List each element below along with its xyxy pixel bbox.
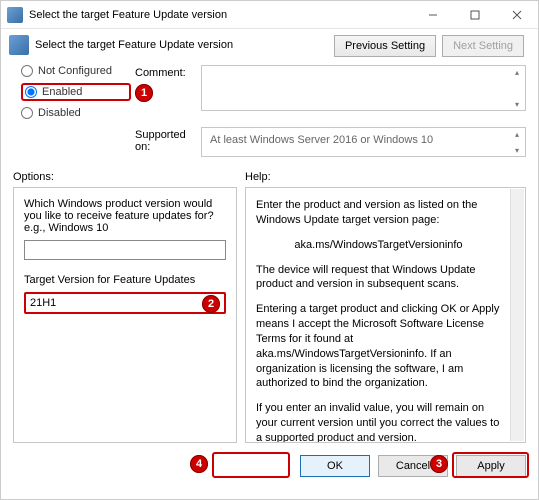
- app-icon: [7, 7, 23, 23]
- title-bar: Select the target Feature Update version: [1, 1, 538, 29]
- help-p3: Entering a target product and clicking O…: [256, 302, 501, 391]
- supported-on-field: At least Windows Server 2016 or Windows …: [201, 127, 526, 157]
- policy-icon: [9, 35, 29, 55]
- callout-badge-4: 4: [190, 455, 208, 473]
- supported-scroll-down[interactable]: ▾: [510, 145, 524, 155]
- product-version-label: Which Windows product version would you …: [24, 198, 226, 234]
- supported-on-value: At least Windows Server 2016 or Windows …: [210, 134, 433, 146]
- comment-scroll-up[interactable]: ▴: [510, 67, 524, 77]
- window-title: Select the target Feature Update version: [29, 9, 412, 21]
- callout-badge-2: 2: [202, 295, 220, 313]
- target-version-label: Target Version for Feature Updates: [24, 274, 226, 286]
- product-version-input[interactable]: [24, 240, 226, 260]
- radio-not-configured[interactable]: Not Configured: [21, 65, 131, 77]
- supported-on-label: Supported on:: [135, 127, 197, 157]
- previous-setting-button[interactable]: Previous Setting: [334, 35, 436, 57]
- comment-field[interactable]: ▴ ▾: [201, 65, 526, 111]
- radio-disabled-input[interactable]: [21, 107, 33, 119]
- help-p4: If you enter an invalid value, you will …: [256, 401, 501, 443]
- radio-enabled-input[interactable]: [25, 86, 37, 98]
- help-panel: Enter the product and version as listed …: [245, 187, 526, 443]
- next-setting-button: Next Setting: [442, 35, 524, 57]
- policy-title: Select the target Feature Update version: [35, 39, 233, 51]
- ok-button[interactable]: OK: [300, 455, 370, 477]
- dialog-footer: 4 3 OK Cancel Apply: [1, 449, 538, 477]
- supported-scroll-up[interactable]: ▴: [510, 129, 524, 139]
- apply-button[interactable]: Apply: [456, 455, 526, 477]
- radio-disabled[interactable]: Disabled: [21, 107, 131, 119]
- radio-enabled-label: Enabled: [42, 86, 82, 98]
- comment-scroll-down[interactable]: ▾: [510, 99, 524, 109]
- callout-badge-3: 3: [430, 455, 448, 473]
- radio-enabled[interactable]: Enabled 1: [21, 83, 131, 101]
- help-link: aka.ms/WindowsTargetVersioninfo: [256, 238, 501, 253]
- close-button[interactable]: [496, 1, 538, 29]
- target-version-input[interactable]: [24, 292, 226, 314]
- help-scrollbar[interactable]: [510, 189, 524, 441]
- radio-disabled-label: Disabled: [38, 107, 81, 119]
- help-section-label: Help:: [245, 171, 526, 183]
- maximize-button[interactable]: [454, 1, 496, 29]
- options-section-label: Options:: [13, 171, 245, 183]
- help-p2: The device will request that Windows Upd…: [256, 263, 501, 293]
- minimize-button[interactable]: [412, 1, 454, 29]
- callout-badge-1: 1: [135, 84, 153, 102]
- radio-not-configured-input[interactable]: [21, 65, 33, 77]
- ok-highlight: [212, 452, 290, 478]
- radio-not-configured-label: Not Configured: [38, 65, 112, 77]
- help-p1: Enter the product and version as listed …: [256, 198, 501, 228]
- options-panel: Which Windows product version would you …: [13, 187, 237, 443]
